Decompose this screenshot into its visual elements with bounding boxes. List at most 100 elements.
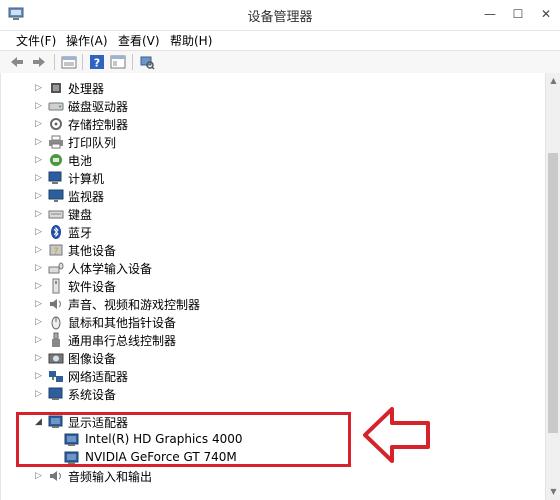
pointer-arrow-icon — [363, 407, 430, 463]
minimize-button[interactable]: — — [476, 3, 504, 25]
tree-item-processor[interactable]: ▷ 处理器 — [1, 79, 546, 97]
menu-help[interactable]: 帮助(H) — [170, 32, 212, 49]
tree-item-label: 声音、视频和游戏控制器 — [68, 298, 201, 312]
tree-item-label: 系统设备 — [68, 388, 117, 402]
tree-item-label: 鼠标和其他指针设备 — [68, 316, 177, 330]
tree-item-label: 图像设备 — [68, 352, 117, 366]
tree-item-other-devices[interactable]: ▷ ? 其他设备 — [1, 241, 546, 259]
sound-icon — [50, 299, 61, 309]
expand-arrow-icon[interactable]: ▷ — [35, 83, 43, 93]
tree-item-label: 其他设备 — [68, 244, 117, 258]
expand-arrow-icon[interactable]: ▷ — [35, 191, 43, 201]
tree-item-network-adapter[interactable]: ▷ 网络适配器 — [1, 367, 546, 385]
other-devices-icon: ? — [49, 244, 63, 257]
menu-bar: 文件(F) 操作(A) 查看(V) 帮助(H) — [0, 31, 560, 49]
svg-text:?: ? — [54, 247, 59, 257]
audio-io-icon — [50, 471, 61, 481]
tree-item-bluetooth[interactable]: ▷ 蓝牙 — [1, 223, 546, 241]
mouse-icon — [51, 316, 61, 330]
software-device-icon — [52, 278, 60, 294]
tree-item-system-device[interactable]: ▷ 系统设备 — [1, 385, 546, 403]
tree-item-disk-drive[interactable]: ▷ 磁盘驱动器 — [1, 97, 546, 115]
tree-item-label: 计算机 — [68, 172, 105, 186]
expand-arrow-icon[interactable]: ▷ — [35, 471, 43, 481]
tree-item-label: 电池 — [68, 154, 93, 168]
tree-item-keyboard[interactable]: ▷ 键盘 — [1, 205, 546, 223]
toolbar: ? — [0, 50, 560, 74]
tree-item-label: 打印队列 — [68, 136, 117, 150]
scan-icon[interactable] — [139, 54, 155, 70]
back-icon[interactable] — [9, 54, 25, 70]
help-icon[interactable]: ? — [89, 54, 105, 70]
tree-item-print-queue[interactable]: ▷ 打印队列 — [1, 133, 546, 151]
expand-arrow-icon[interactable]: ▷ — [35, 155, 43, 165]
forward-icon[interactable] — [31, 54, 47, 70]
tree-item-battery[interactable]: ▷ 电池 — [1, 151, 546, 169]
tree-item-label: 存储控制器 — [68, 118, 129, 132]
vertical-scrollbar[interactable]: ▲ ▼ — [545, 73, 560, 500]
network-adapter-icon — [49, 371, 63, 382]
tree-item-label: 监视器 — [68, 190, 105, 204]
hid-icon — [48, 262, 64, 274]
expand-arrow-icon[interactable]: ▷ — [35, 227, 43, 237]
tree-item-sound[interactable]: ▷ 声音、视频和游戏控制器 — [1, 295, 546, 313]
tree-item-mouse[interactable]: ▷ 鼠标和其他指针设备 — [1, 313, 546, 331]
tree-item-hid[interactable]: ▷ 人体学输入设备 — [1, 259, 546, 277]
expand-arrow-icon[interactable]: ▷ — [35, 281, 43, 291]
highlight-box — [16, 412, 351, 467]
expand-arrow-icon[interactable]: ▷ — [35, 137, 43, 147]
disk-drive-icon — [48, 102, 64, 111]
monitor-icon — [48, 189, 64, 202]
scrollbar-thumb[interactable] — [548, 153, 558, 433]
imaging-icon — [48, 353, 64, 364]
scroll-down-icon[interactable]: ▼ — [549, 487, 558, 496]
tree-item-label: 处理器 — [68, 82, 105, 96]
tree-item-storage-controller[interactable]: ▷ 存储控制器 — [1, 115, 546, 133]
maximize-button[interactable]: ☐ — [504, 3, 532, 25]
expand-arrow-icon[interactable]: ▷ — [35, 335, 43, 345]
menu-action[interactable]: 操作(A) — [66, 32, 108, 49]
tree-item-imaging[interactable]: ▷ 图像设备 — [1, 349, 546, 367]
close-button[interactable]: ✕ — [532, 3, 560, 25]
tree-item-label: 键盘 — [68, 208, 93, 222]
expand-arrow-icon[interactable]: ▷ — [35, 119, 43, 129]
menu-view[interactable]: 查看(V) — [118, 32, 160, 49]
menu-file[interactable]: 文件(F) — [16, 32, 56, 49]
keyboard-icon — [48, 210, 64, 219]
toolbar-separator — [132, 54, 133, 70]
expand-arrow-icon[interactable]: ▷ — [35, 299, 43, 309]
expand-arrow-icon[interactable]: ▷ — [35, 245, 43, 255]
system-device-icon — [48, 387, 63, 400]
expand-arrow-icon[interactable]: ▷ — [35, 389, 43, 399]
expand-arrow-icon[interactable]: ▷ — [35, 263, 43, 273]
battery-icon — [50, 154, 62, 166]
tree-item-software-device[interactable]: ▷ 软件设备 — [1, 277, 546, 295]
tree-item-label: 蓝牙 — [68, 226, 93, 240]
expand-arrow-icon[interactable]: ▷ — [35, 209, 43, 219]
usb-icon — [52, 332, 60, 347]
tree-item-label: 网络适配器 — [68, 370, 129, 384]
tree-item-computer[interactable]: ▷ 计算机 — [1, 169, 546, 187]
expand-arrow-icon[interactable]: ▷ — [35, 317, 43, 327]
tree-item-label: 人体学输入设备 — [68, 262, 153, 276]
tree-item-label: 磁盘驱动器 — [68, 100, 129, 114]
tree-item-monitor[interactable]: ▷ 监视器 — [1, 187, 546, 205]
view-icon[interactable] — [110, 54, 126, 70]
expand-arrow-icon[interactable]: ▷ — [35, 371, 43, 381]
scroll-up-icon[interactable]: ▲ — [549, 76, 558, 85]
printer-icon — [49, 135, 63, 149]
expand-arrow-icon[interactable]: ▷ — [35, 173, 43, 183]
toolbar-separator — [54, 54, 55, 70]
storage-controller-icon — [50, 118, 62, 130]
tree-item-label: 通用串行总线控制器 — [68, 334, 177, 348]
bluetooth-icon — [51, 225, 61, 239]
tree-item-label: 软件设备 — [68, 280, 117, 294]
tree-item-audio-io[interactable]: ▷ 音频输入和输出 — [1, 467, 546, 485]
toolbar-separator — [82, 54, 83, 70]
svg-text:?: ? — [94, 57, 100, 70]
expand-arrow-icon[interactable]: ▷ — [35, 101, 43, 111]
tree-item-usb[interactable]: ▷ 通用串行总线控制器 — [1, 331, 546, 349]
tree-item-label: 音频输入和输出 — [68, 470, 153, 484]
properties-icon[interactable] — [61, 54, 77, 70]
expand-arrow-icon[interactable]: ▷ — [35, 353, 43, 363]
